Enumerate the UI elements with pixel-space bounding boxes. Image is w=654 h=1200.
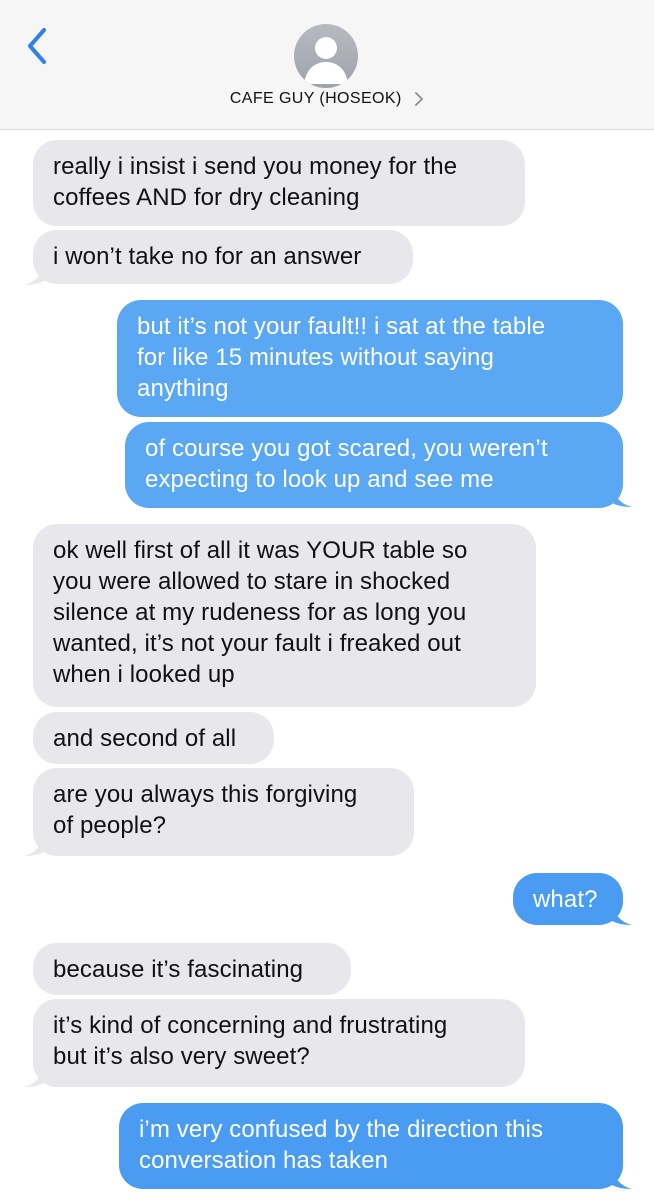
- outgoing-message-bubble[interactable]: what?: [513, 873, 623, 925]
- incoming-message-bubble[interactable]: are you always this forgiving of people?: [33, 768, 414, 856]
- incoming-message-bubble[interactable]: because it’s fascinating: [33, 943, 351, 995]
- bubble-tail-outgoing: [608, 486, 632, 507]
- person-icon: [304, 37, 348, 84]
- contact-name-row[interactable]: CAFE GUY (HOSEOK): [0, 90, 654, 116]
- outgoing-message-bubble[interactable]: i’m very confused by the direction this …: [119, 1103, 623, 1189]
- incoming-message-bubble[interactable]: i won’t take no for an answer: [33, 230, 413, 284]
- conversation-header: CAFE GUY (HOSEOK): [0, 0, 654, 130]
- bubble-tail-incoming: [24, 264, 48, 285]
- outgoing-message-bubble[interactable]: but it’s not your fault!! i sat at the t…: [117, 300, 623, 417]
- outgoing-message-bubble[interactable]: of course you got scared, you weren’t ex…: [125, 422, 623, 508]
- back-button[interactable]: [22, 26, 58, 66]
- bubble-tail-outgoing: [608, 904, 632, 925]
- bubble-tail-incoming: [24, 1066, 48, 1087]
- contact-name: CAFE GUY (HOSEOK): [229, 90, 402, 107]
- incoming-message-bubble[interactable]: ok well first of all it was YOUR table s…: [33, 524, 536, 707]
- chevron-right-icon: [415, 92, 424, 106]
- contact-avatar[interactable]: [294, 24, 358, 88]
- bubble-tail-incoming: [24, 835, 48, 856]
- incoming-message-bubble[interactable]: really i insist i send you money for the…: [33, 140, 525, 226]
- incoming-message-bubble[interactable]: it’s kind of concerning and frustrating …: [33, 999, 525, 1087]
- chevron-left-icon: [28, 28, 46, 64]
- incoming-message-bubble[interactable]: and second of all: [33, 712, 274, 764]
- bubble-tail-outgoing: [608, 1168, 632, 1189]
